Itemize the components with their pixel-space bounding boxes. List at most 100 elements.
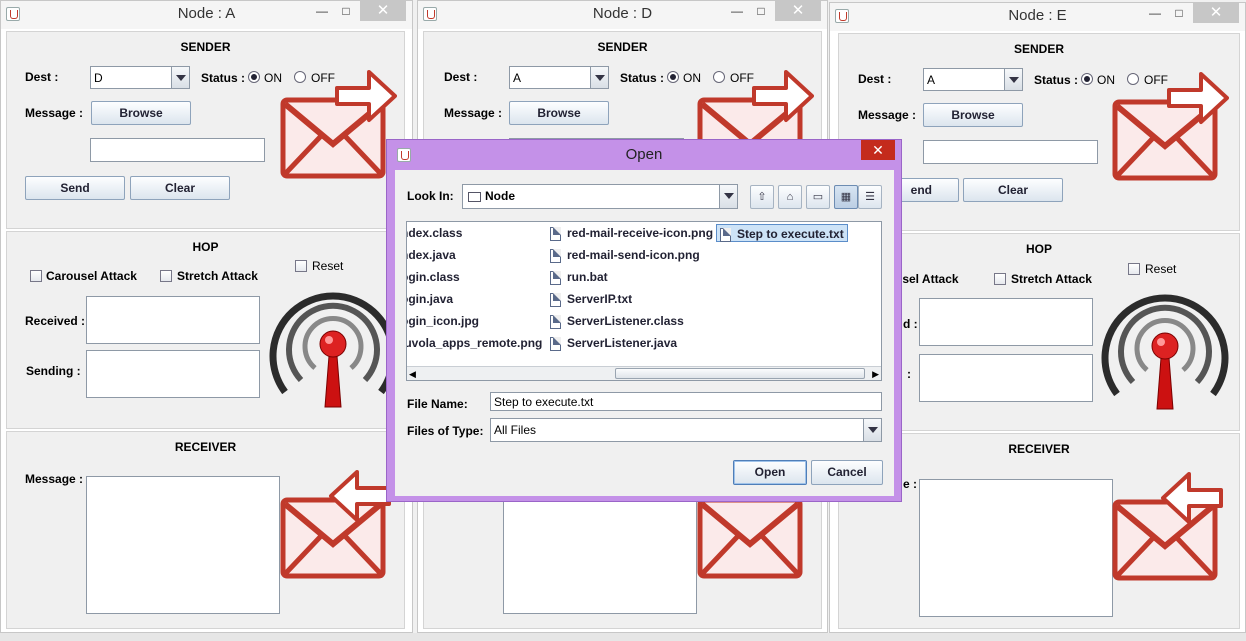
status-on-radio[interactable] [248, 71, 260, 83]
status-on-radio[interactable] [667, 71, 679, 83]
send-mail-icon [1112, 72, 1229, 181]
file-item[interactable]: ndex.java [407, 246, 456, 264]
up-folder-icon[interactable]: ⇧ [750, 185, 774, 209]
sending-area[interactable] [919, 354, 1093, 402]
dest-combo[interactable]: D [90, 66, 190, 89]
title-bar[interactable]: Node : D — □ ✕ [418, 1, 827, 29]
browse-button[interactable]: Browse [509, 101, 609, 125]
reset-checkbox[interactable] [295, 260, 307, 272]
close-button[interactable]: ✕ [360, 1, 406, 21]
browse-button[interactable]: Browse [923, 103, 1023, 127]
file-item[interactable]: ogin.java [406, 290, 454, 308]
close-button[interactable]: ✕ [1193, 3, 1239, 23]
dest-combo[interactable]: A [923, 68, 1023, 91]
dest-label: Dest : [25, 70, 59, 84]
file-item[interactable]: ServerIP.txt [550, 290, 632, 308]
horizontal-scrollbar[interactable]: ◀ ▶ [407, 366, 881, 380]
message-field[interactable] [90, 138, 265, 162]
file-icon [550, 248, 561, 263]
received-area[interactable] [86, 296, 260, 344]
message-field[interactable] [923, 140, 1098, 164]
carousel-attack-checkbox[interactable] [30, 270, 42, 282]
title-bar[interactable]: Node : A — □ ✕ [1, 1, 412, 29]
receiver-message-area[interactable] [86, 476, 280, 614]
file-item[interactable]: red-mail-receive-icon.png [550, 224, 713, 242]
file-name: ServerListener.java [567, 336, 678, 350]
send-button[interactable]: Send [25, 176, 125, 200]
file-icon [550, 292, 561, 307]
carousel-attack-label: Carousel Attack [46, 269, 137, 283]
receiver-message-label: e : [903, 477, 918, 491]
chevron-down-icon[interactable] [719, 185, 737, 208]
dest-value: D [94, 71, 103, 85]
dialog-toolbar: ⇧ ⌂ ▭ ▦ ☰ [750, 185, 890, 209]
file-item[interactable]: ndex.class [407, 224, 462, 242]
scroll-right-icon[interactable]: ▶ [872, 369, 879, 380]
look-in-combo[interactable]: Node [462, 184, 738, 209]
file-item[interactable]: ServerListener.java [550, 334, 677, 352]
chevron-down-icon[interactable] [171, 67, 189, 88]
received-area[interactable] [919, 298, 1093, 346]
maximize-button[interactable]: □ [751, 1, 771, 21]
file-list[interactable]: ndex.class ndex.java ogin.class ogin.java og… [406, 221, 882, 381]
scroll-thumb[interactable] [615, 368, 865, 379]
cancel-button[interactable]: Cancel [811, 460, 883, 485]
dialog-close-button[interactable]: ✕ [861, 140, 895, 160]
hop-panel: HOP Carousel Attack Stretch Attack Reset… [6, 231, 405, 429]
dialog-body: Look In: Node ⇧ ⌂ ▭ ▦ ☰ ndex.class ndex.j… [395, 170, 894, 496]
home-icon[interactable]: ⌂ [778, 185, 802, 209]
clear-button[interactable]: Clear [130, 176, 230, 200]
chevron-down-icon[interactable] [590, 67, 608, 88]
list-view-icon[interactable]: ▦ [834, 185, 858, 209]
file-name: red-mail-send-icon.png [567, 248, 700, 262]
minimize-button[interactable]: — [1145, 3, 1165, 23]
file-item[interactable]: red-mail-send-icon.png [550, 246, 700, 264]
status-label: Status : [620, 71, 665, 85]
file-name-value: Step to execute.txt [494, 395, 594, 409]
new-folder-icon[interactable]: ▭ [806, 185, 830, 209]
browse-button[interactable]: Browse [91, 101, 191, 125]
open-button[interactable]: Open [733, 460, 807, 485]
file-name-field[interactable]: Step to execute.txt [490, 392, 882, 411]
sending-label: Sending : [26, 364, 81, 378]
close-button[interactable]: ✕ [775, 1, 821, 21]
stretch-attack-checkbox[interactable] [994, 273, 1006, 285]
file-name-label: File Name: [407, 397, 468, 411]
scroll-left-icon[interactable]: ◀ [409, 369, 416, 380]
file-item[interactable]: luvola_apps_remote.png [406, 334, 543, 352]
chevron-down-icon[interactable] [863, 419, 881, 441]
files-of-type-combo[interactable]: All Files [490, 418, 882, 442]
chevron-down-icon[interactable] [1004, 69, 1022, 90]
file-item[interactable]: ogin_icon.jpg [407, 312, 479, 330]
file-name: ogin.java [406, 292, 454, 306]
file-item[interactable]: run.bat [550, 268, 608, 286]
stretch-attack-checkbox[interactable] [160, 270, 172, 282]
received-label: d : [903, 317, 918, 331]
maximize-button[interactable]: □ [1169, 3, 1189, 23]
file-item[interactable]: Step to execute.txt [716, 224, 848, 242]
title-bar[interactable]: Node : E — □ ✕ [830, 3, 1245, 31]
carousel-attack-label: usel Attack [895, 272, 959, 286]
receiver-message-area[interactable] [919, 479, 1113, 617]
files-of-type-value: All Files [494, 423, 537, 437]
sending-area[interactable] [86, 350, 260, 398]
antenna-icon [1101, 294, 1229, 410]
maximize-button[interactable]: □ [336, 1, 356, 21]
minimize-button[interactable]: — [727, 1, 747, 21]
dest-combo[interactable]: A [509, 66, 609, 89]
details-view-icon[interactable]: ☰ [858, 185, 882, 209]
minimize-button[interactable]: — [312, 1, 332, 21]
receiver-title: RECEIVER [174, 440, 237, 454]
clear-button[interactable]: Clear [963, 178, 1063, 202]
receiver-message-label: Message : [25, 472, 84, 486]
file-item[interactable]: ogin.class [407, 268, 460, 286]
file-item[interactable]: ServerListener.class [550, 312, 684, 330]
receive-mail-icon [280, 470, 391, 579]
file-name: luvola_apps_remote.png [406, 336, 543, 350]
send-mail-icon [280, 70, 397, 179]
received-label: Received : [25, 314, 86, 328]
file-name: red-mail-receive-icon.png [567, 226, 714, 240]
antenna-icon [269, 292, 397, 408]
reset-checkbox[interactable] [1128, 263, 1140, 275]
status-on-radio[interactable] [1081, 73, 1093, 85]
